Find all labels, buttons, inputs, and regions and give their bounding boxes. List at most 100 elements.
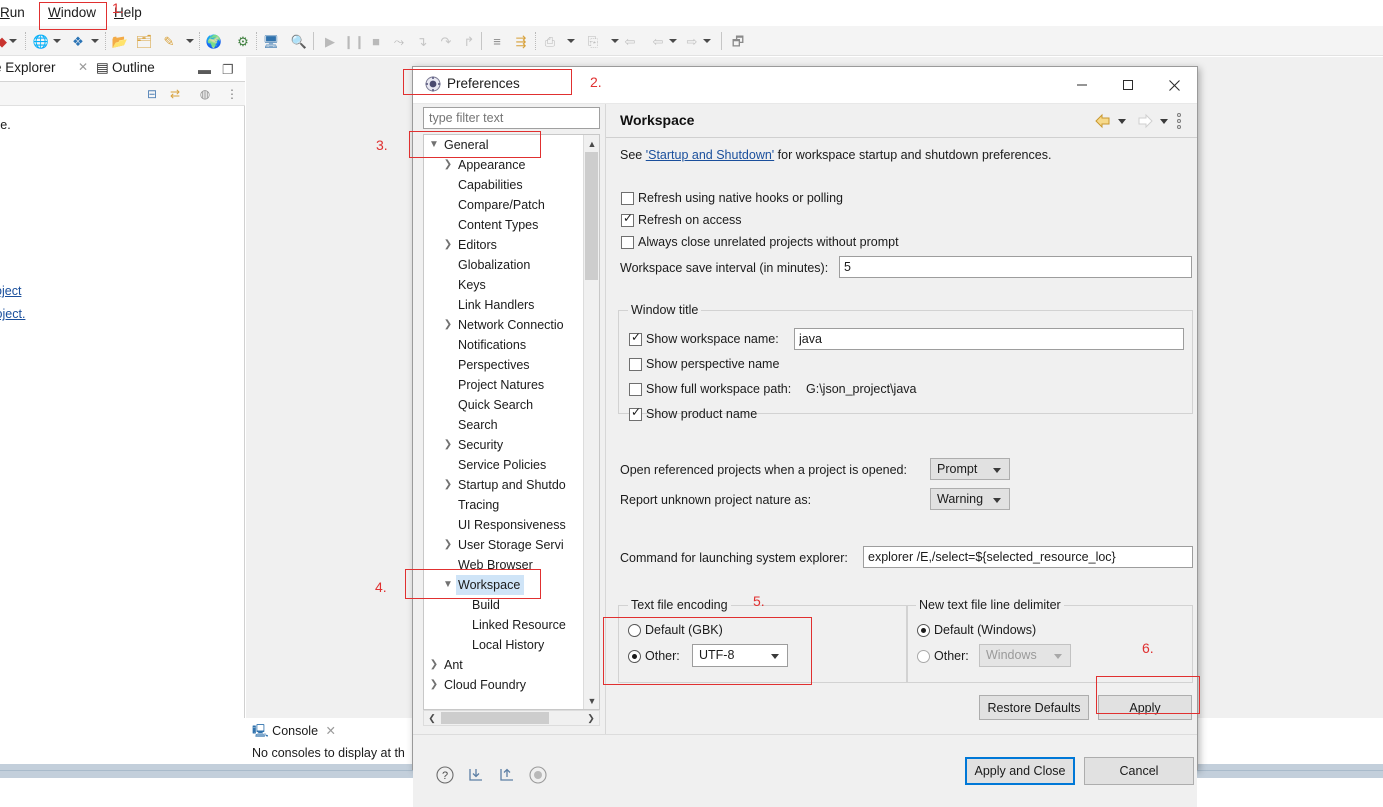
scroll-thumb[interactable] [585,152,598,280]
tab-outline[interactable]: Outline [112,60,155,75]
tree-item-search[interactable]: Search [456,415,502,435]
view-filter-icon[interactable]: ◍ [197,86,213,102]
refresh-on-access-checkbox[interactable] [621,211,634,227]
refresh-on-access-label[interactable]: Refresh on access [638,213,742,227]
tree-item-quick-search[interactable]: Quick Search [456,395,537,415]
workspace-name-input[interactable] [794,328,1184,350]
tree-item-notifications[interactable]: Notifications [456,335,530,355]
browser-icon[interactable]: 🌍 [204,31,224,51]
hscroll-thumb[interactable] [441,712,549,724]
delimiter-other-label[interactable]: Other: [934,649,969,663]
chevron-right-icon[interactable]: ❯ [442,435,454,455]
pencil-dropdown-arrow[interactable] [186,37,194,45]
refresh-native-hooks-checkbox[interactable] [621,192,634,205]
explorer-link-import-project[interactable]: o project. [0,307,25,321]
encoding-other-label[interactable]: Other: [645,649,680,663]
refresh-native-hooks-label[interactable]: Refresh using native hooks or polling [638,191,843,205]
command-input[interactable] [863,546,1193,568]
step-over-icon[interactable]: ↷ [436,31,456,51]
forward-arrow-icon[interactable] [1136,112,1154,130]
last-edit-icon[interactable]: ⎙ [540,31,560,51]
startup-shutdown-link[interactable]: 'Startup and Shutdown' [646,148,774,162]
scroll-right-icon[interactable]: ❯ [583,711,599,725]
collapse-all-icon[interactable]: ⊟ [144,86,160,102]
tree-item-cloud-foundry[interactable]: Cloud Foundry [442,675,530,695]
tab-project-explorer[interactable]: e Explorer [0,60,56,75]
tree-item-globalization[interactable]: Globalization [456,255,534,275]
view-maximize-icon[interactable]: ❐ [222,62,234,78]
cancel-button[interactable]: Cancel [1084,757,1194,785]
tree-item-perspectives[interactable]: Perspectives [456,355,534,375]
back-icon[interactable]: ⇦ [648,31,668,51]
previous-annotation-icon[interactable]: ⇶ [511,31,531,51]
tree-item-build[interactable]: Build [470,595,504,615]
tree-item-ui-responsiveness[interactable]: UI Responsiveness [456,515,570,535]
show-workspace-name-checkbox[interactable] [629,330,642,346]
step-into-icon[interactable]: ↴ [412,31,432,51]
tree-item-workspace[interactable]: Workspace [456,575,525,595]
spring-icon[interactable]: ❖ [68,31,88,51]
scroll-down-icon[interactable]: ▼ [584,692,600,709]
report-nature-combo[interactable]: Warning [930,488,1010,510]
search-icon[interactable]: 🔍 [289,31,309,51]
tab-console[interactable]: 🖳 Console ✕ [252,722,336,743]
window-close-button[interactable] [1151,67,1197,103]
tree-item-startup-and-shutdo[interactable]: Startup and Shutdo [456,475,570,495]
last-edit-dropdown-arrow[interactable] [567,37,575,45]
tree-item-project-natures[interactable]: Project Natures [456,375,548,395]
open-folder-icon[interactable]: 📂 [110,31,130,51]
menu-window[interactable]: Window [42,4,102,21]
tree-item-appearance[interactable]: Appearance [456,155,529,175]
open-referenced-combo[interactable]: Prompt [930,458,1010,480]
back-arrow-icon[interactable] [1094,112,1112,130]
tree-item-keys[interactable]: Keys [456,275,490,295]
chevron-right-icon[interactable]: ❯ [442,475,454,495]
tree-item-content-types[interactable]: Content Types [456,215,542,235]
next-edit-dropdown-arrow[interactable] [611,37,619,45]
run-server-icon[interactable]: ⚙ [233,31,253,51]
next-annotation-icon[interactable]: ≡ [487,31,507,51]
suspend-icon[interactable]: ❙❙ [343,31,365,51]
show-perspective-name-label[interactable]: Show perspective name [646,357,779,371]
globe-dropdown-arrow[interactable] [53,37,61,45]
terminate-icon[interactable]: ■ [366,31,386,51]
forward-dropdown-caret[interactable] [1160,119,1169,125]
spring-dropdown-arrow[interactable] [91,37,99,45]
explorer-link-create-project[interactable]: nt project [0,284,21,298]
chevron-right-icon[interactable]: ❯ [428,675,440,695]
back-dropdown-caret[interactable] [1118,119,1127,125]
encoding-other-combo[interactable]: UTF-8 [692,644,788,667]
tree-item-link-handlers[interactable]: Link Handlers [456,295,538,315]
console-view-icon[interactable]: 🖥 [261,31,281,51]
next-edit-icon[interactable]: ⎘ [583,31,603,51]
tree-item-service-policies[interactable]: Service Policies [456,455,550,475]
pencil-icon[interactable]: ✎ [159,31,179,51]
tree-horizontal-scrollbar[interactable]: ❮ ❯ [423,710,600,726]
disconnect-icon[interactable]: ⤳ [389,31,409,51]
chevron-right-icon[interactable]: ❯ [428,655,440,675]
menu-run[interactable]: Run [0,4,31,21]
tree-item-local-history[interactable]: Local History [470,635,548,655]
link-with-editor-icon[interactable]: ⇄ [167,86,183,102]
import-icon[interactable] [465,764,487,786]
view-minimize-icon[interactable]: ▬ [198,62,211,77]
delimiter-other-radio[interactable] [917,650,930,663]
encoding-default-label[interactable]: Default (GBK) [645,623,723,637]
apply-button[interactable]: Apply [1098,695,1192,720]
back-history-icon[interactable]: ⇦ [620,31,640,51]
filter-input[interactable] [423,107,600,129]
forward-dropdown-arrow[interactable] [703,37,711,45]
close-unrelated-projects-label[interactable]: Always close unrelated projects without … [638,235,899,249]
tab-project-explorer-close-icon[interactable]: ✕ [78,60,88,74]
apply-and-close-button[interactable]: Apply and Close [965,757,1075,785]
encoding-default-radio[interactable] [628,624,641,637]
show-product-name-label[interactable]: Show product name [646,407,757,421]
tree-item-security[interactable]: Security [456,435,507,455]
show-full-path-checkbox[interactable] [629,383,642,396]
delimiter-default-radio[interactable] [917,624,930,637]
tree-item-network-connectio[interactable]: Network Connectio [456,315,568,335]
tree-item-web-browser[interactable]: Web Browser [456,555,537,575]
globe-new-icon[interactable]: 🌐 [31,31,51,51]
new-dropdown-arrow[interactable] [9,37,17,45]
show-perspective-name-checkbox[interactable] [629,358,642,371]
